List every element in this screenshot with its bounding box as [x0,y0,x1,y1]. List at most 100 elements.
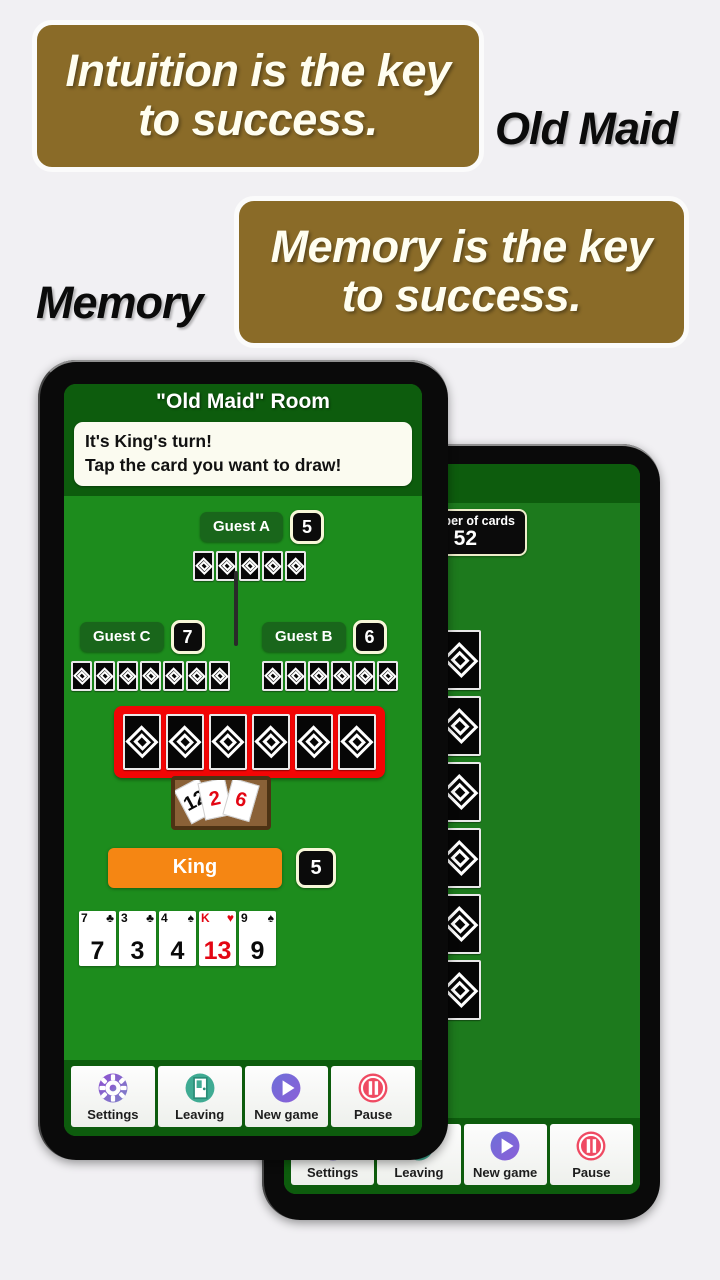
guest-a-name: Guest A [200,512,283,543]
turn-player-banner: King [108,848,282,889]
opponent-card-back [308,661,329,692]
game-board: Guest A 5 Guest C 7 Guest B 6 12 2 6 Kin… [64,496,422,1122]
player-card-rank: 7 [81,911,88,926]
guest-c-hand [71,661,230,692]
guest-b-count: 6 [352,620,387,655]
opponent-card-back [163,661,184,692]
turn-message-line1: It's King's turn! [85,431,212,451]
player-card[interactable]: K ♥ 13 [199,911,236,967]
player-card[interactable]: 4 ♠ 4 [159,911,196,967]
player-card-suit: ♠ [267,911,274,926]
pause-icon [576,1131,606,1161]
player-card-rank: 9 [241,911,248,926]
drawable-card-back[interactable] [338,714,376,771]
opponent-card-back [262,551,283,582]
old-maid-toolbar: Settings Leaving New game Pause [64,1060,422,1136]
turn-message-line2: Tap the card you want to draw! [85,454,342,475]
player-card-suit: ♣ [106,911,114,926]
opponent-card-back [209,661,230,692]
pause-icon [358,1073,388,1103]
discard-pile[interactable]: 12 2 6 [171,776,271,831]
leaving-button-front[interactable]: Leaving [157,1066,242,1127]
drawable-card-back[interactable] [123,714,161,771]
promo-banner-memory: Memory is the key to success. [234,196,689,348]
guest-b-hand [262,661,398,692]
drawable-card-back[interactable] [252,714,290,771]
opponent-card-back [331,661,352,692]
opponent-card-back [71,661,92,692]
guest-a-row: Guest A 5 [200,510,324,545]
leaving-label: Leaving [394,1165,444,1180]
opponent-card-back [354,661,375,692]
gear-icon [98,1073,128,1103]
settings-button-front[interactable]: Settings [71,1066,155,1127]
player-card-value: 7 [90,937,105,966]
opponent-card-back [285,661,306,692]
new-game-button[interactable]: New game [463,1124,547,1185]
settings-label-front: Settings [87,1107,139,1122]
phone-old-maid: "Old Maid" Room It's King's turn! Tap th… [38,360,448,1160]
discard-card-3: 6 [222,780,260,823]
opponent-card-back [117,661,138,692]
guest-a-count: 5 [289,510,324,545]
player-card-value: 4 [170,937,185,966]
player-card-suit: ♠ [187,911,194,926]
promo-2-line-2: to success. [341,270,582,321]
new-game-label-front: New game [254,1107,319,1122]
promo-banner-intuition: Intuition is the key to success. [32,20,484,172]
new-game-button-front[interactable]: New game [244,1066,329,1127]
new-game-label: New game [472,1165,538,1180]
seat-guest-b: Guest B 6 [262,620,398,692]
old-maid-room-header: "Old Maid" Room It's King's turn! Tap th… [64,384,422,497]
turn-row: King 5 [108,848,336,889]
guest-b-row: Guest B 6 [262,620,398,655]
guest-b-name: Guest B [262,622,346,653]
play-icon [271,1073,301,1103]
pause-button-front[interactable]: Pause [331,1066,415,1127]
promo-1-line-2: to success. [138,94,378,145]
player-card-rank: 4 [161,911,168,926]
play-icon [490,1131,520,1161]
exit-door-icon [185,1073,215,1103]
turn-message-box: It's King's turn! Tap the card you want … [74,422,412,487]
player-card-value: 3 [130,937,145,966]
game-title-old-maid: Old Maid [495,103,678,154]
drawable-card-back[interactable] [209,714,247,771]
opponent-card-back [285,551,306,582]
leaving-label-front: Leaving [175,1107,225,1122]
promo-1-line-1: Intuition is the key [65,45,451,97]
drawable-card-back[interactable] [166,714,204,771]
seat-guest-c: Guest C 7 [71,620,230,692]
player-card-rank: K [201,911,210,926]
promo-2-line-1: Memory is the key [270,221,653,273]
player-card[interactable]: 9 ♠ 9 [239,911,276,967]
guest-c-row: Guest C 7 [80,620,230,655]
player-card[interactable]: 3 ♣ 3 [119,911,156,967]
player-card-value: 13 [203,937,232,966]
player-card-value: 9 [250,937,265,966]
player-card[interactable]: 7 ♣ 7 [79,911,116,967]
player-card-count: 5 [296,848,336,889]
old-maid-game-screen: "Old Maid" Room It's King's turn! Tap th… [64,384,422,1136]
game-title-memory: Memory [36,277,204,328]
pause-label: Pause [572,1165,611,1180]
settings-label: Settings [306,1165,359,1180]
pause-label-front: Pause [353,1107,393,1122]
draw-zone[interactable] [114,706,385,779]
opponent-card-back [239,551,260,582]
opponent-card-back [94,661,115,692]
player-card-suit: ♥ [226,911,234,926]
opponent-card-back [262,661,283,692]
opponent-card-back [193,551,214,582]
player-hand[interactable]: 7 ♣ 7 3 ♣ 3 4 ♠ 4 K ♥ 13 9 ♠ 9 [79,911,276,967]
pause-button[interactable]: Pause [549,1124,633,1185]
seat-guest-a: Guest A 5 [193,510,324,582]
player-card-suit: ♣ [146,911,154,926]
old-maid-room-title: "Old Maid" Room [156,390,330,413]
promo-screenshot: ory" Room umber of taps 0 Number of card… [0,0,720,1280]
guest-c-name: Guest C [80,622,164,653]
player-card-rank: 3 [121,911,128,926]
opponent-card-back [377,661,398,692]
drawable-card-back[interactable] [295,714,333,771]
opponent-card-back [186,661,207,692]
